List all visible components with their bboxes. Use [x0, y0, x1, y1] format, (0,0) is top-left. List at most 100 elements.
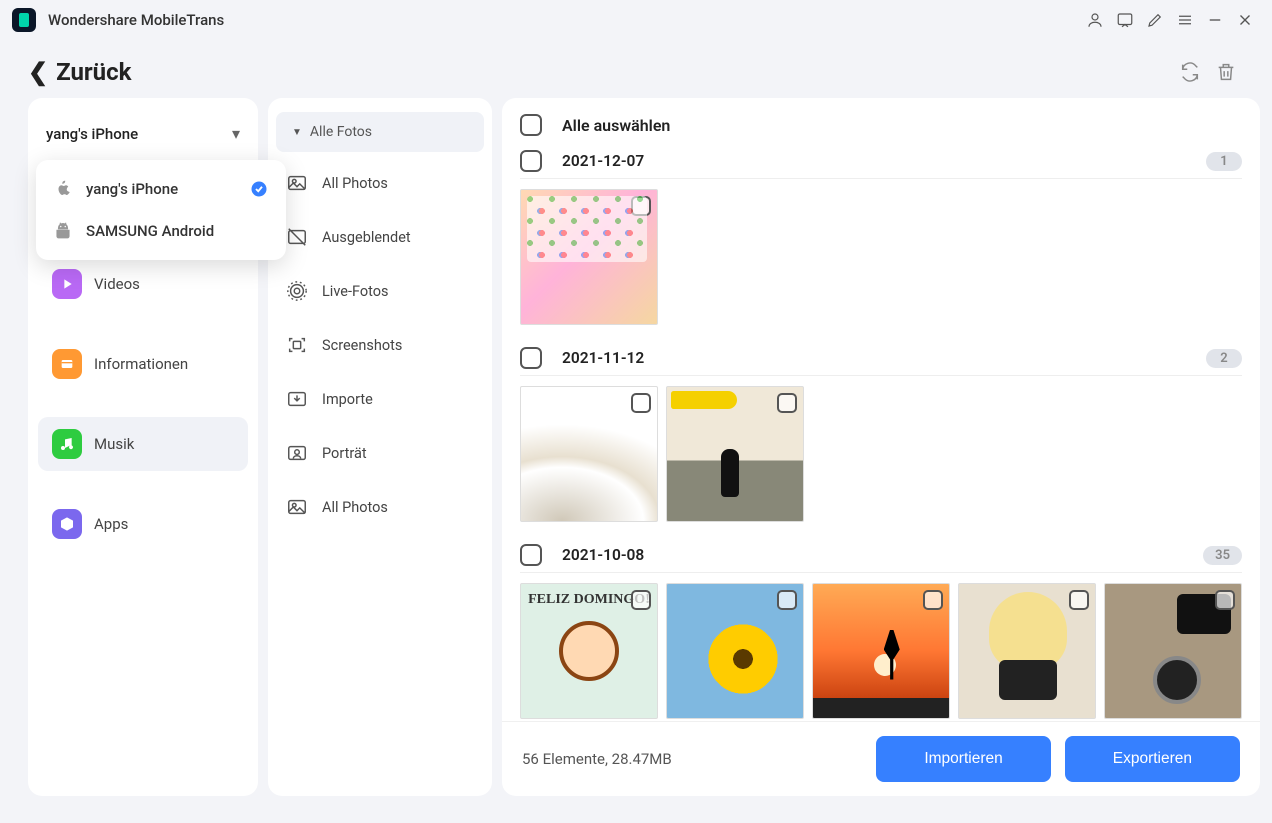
category-live[interactable]: Live-Fotos — [268, 264, 492, 318]
import-icon — [286, 388, 308, 410]
photo-thumb[interactable] — [666, 386, 804, 522]
sidebar-label-videos: Videos — [94, 275, 140, 293]
select-all-checkbox[interactable] — [520, 114, 542, 136]
info-icon — [52, 349, 82, 379]
category-all-photos-2[interactable]: All Photos — [268, 480, 492, 534]
sidebar-label-info: Informationen — [94, 355, 188, 373]
photo-thumb[interactable] — [520, 386, 658, 522]
videos-icon — [52, 269, 82, 299]
date-count: 35 — [1203, 546, 1242, 565]
photo-thumb[interactable] — [666, 583, 804, 719]
photo-grid — [520, 386, 1242, 522]
category-label: All Photos — [322, 175, 388, 192]
device-option-android[interactable]: SAMSUNG Android — [36, 210, 286, 252]
footer: 56 Elemente, 28.47MB Importieren Exporti… — [502, 721, 1260, 796]
menu-icon[interactable] — [1170, 5, 1200, 35]
category-label: All Photos — [322, 499, 388, 516]
apps-icon — [52, 509, 82, 539]
sidebar-label-apps: Apps — [94, 515, 128, 533]
date-count: 2 — [1206, 349, 1242, 368]
export-button[interactable]: Exportieren — [1065, 736, 1240, 782]
thumb-checkbox[interactable] — [1069, 590, 1089, 610]
device-dropdown: yang's iPhone SAMSUNG Android — [36, 160, 286, 260]
sidebar-item-apps[interactable]: Apps — [38, 497, 248, 551]
device-selector[interactable]: yang's iPhone ▾ — [28, 104, 258, 163]
title-bar: Wondershare MobileTrans — [0, 0, 1272, 40]
photo-thumb[interactable] — [520, 189, 658, 325]
thumb-checkbox[interactable] — [631, 590, 651, 610]
minimize-button[interactable] — [1200, 5, 1230, 35]
thumb-checkbox[interactable] — [777, 590, 797, 610]
triangle-down-icon: ▼ — [292, 127, 302, 138]
photo-content: Alle auswählen 2021-12-07 1 2021-11-12 2 — [502, 98, 1260, 721]
app-logo — [12, 8, 36, 32]
device-option-label: yang's iPhone — [86, 180, 250, 198]
category-group[interactable]: ▼ Alle Fotos — [276, 112, 484, 152]
photo-grid — [520, 189, 1242, 325]
date-section-header: 2021-10-08 35 — [520, 538, 1242, 573]
select-all-row: Alle auswählen — [520, 110, 1242, 144]
photos-icon — [286, 496, 308, 518]
chevron-down-icon: ▾ — [232, 124, 240, 143]
close-button[interactable] — [1230, 5, 1260, 35]
category-label: Screenshots — [322, 337, 402, 354]
category-screenshots[interactable]: Screenshots — [268, 318, 492, 372]
chevron-left-icon: ❮ — [28, 58, 48, 86]
photo-thumb[interactable] — [1104, 583, 1242, 719]
select-all-label: Alle auswählen — [562, 116, 670, 135]
portrait-icon — [286, 442, 308, 464]
category-all-photos[interactable]: All Photos — [268, 156, 492, 210]
date-label: 2021-11-12 — [562, 349, 1206, 367]
photo-grid: FELIZ DOMINGO! — [520, 583, 1242, 719]
category-hidden[interactable]: Ausgeblendet — [268, 210, 492, 264]
app-title: Wondershare MobileTrans — [48, 11, 224, 29]
category-portrait[interactable]: Porträt — [268, 426, 492, 480]
thumb-checkbox[interactable] — [777, 393, 797, 413]
screenshot-icon — [286, 334, 308, 356]
main-container: yang's iPhone ▾ Videos Informationen Mus… — [0, 98, 1272, 808]
device-name: yang's iPhone — [46, 125, 138, 143]
back-label: Zurück — [56, 58, 131, 86]
date-checkbox[interactable] — [520, 347, 542, 369]
date-label: 2021-10-08 — [562, 546, 1203, 564]
user-icon[interactable] — [1080, 5, 1110, 35]
apple-icon — [54, 180, 72, 198]
refresh-button[interactable] — [1172, 54, 1208, 90]
import-button[interactable]: Importieren — [876, 736, 1050, 782]
category-label: Live-Fotos — [322, 283, 388, 300]
delete-button[interactable] — [1208, 54, 1244, 90]
date-label: 2021-12-07 — [562, 152, 1206, 170]
sidebar-item-videos[interactable]: Videos — [38, 257, 248, 311]
category-imports[interactable]: Importe — [268, 372, 492, 426]
status-text: 56 Elemente, 28.47MB — [522, 750, 862, 768]
device-option-iphone[interactable]: yang's iPhone — [36, 168, 286, 210]
sidebar-item-info[interactable]: Informationen — [38, 337, 248, 391]
android-icon — [54, 222, 72, 240]
left-panel: yang's iPhone ▾ Videos Informationen Mus… — [28, 98, 258, 796]
thumb-checkbox[interactable] — [631, 393, 651, 413]
music-icon — [52, 429, 82, 459]
check-icon — [250, 180, 268, 198]
thumb-checkbox[interactable] — [631, 196, 651, 216]
date-checkbox[interactable] — [520, 544, 542, 566]
category-group-label: Alle Fotos — [310, 124, 372, 140]
photo-thumb[interactable]: FELIZ DOMINGO! — [520, 583, 658, 719]
date-count: 1 — [1206, 152, 1242, 171]
edit-icon[interactable] — [1140, 5, 1170, 35]
feedback-icon[interactable] — [1110, 5, 1140, 35]
photo-thumb[interactable] — [958, 583, 1096, 719]
photo-thumb[interactable] — [812, 583, 950, 719]
thumb-checkbox[interactable] — [1215, 590, 1235, 610]
category-panel: ▼ Alle Fotos All Photos Ausgeblendet Liv… — [268, 98, 492, 796]
hidden-icon — [286, 226, 308, 248]
thumb-checkbox[interactable] — [923, 590, 943, 610]
sidebar-item-music[interactable]: Musik — [38, 417, 248, 471]
sidebar-label-music: Musik — [94, 435, 134, 453]
date-checkbox[interactable] — [520, 150, 542, 172]
back-row: ❮ Zurück — [0, 40, 1272, 98]
date-section-header: 2021-11-12 2 — [520, 341, 1242, 376]
date-section-header: 2021-12-07 1 — [520, 144, 1242, 179]
category-label: Ausgeblendet — [322, 229, 411, 246]
back-button[interactable]: ❮ Zurück — [28, 58, 131, 86]
photos-icon — [286, 172, 308, 194]
